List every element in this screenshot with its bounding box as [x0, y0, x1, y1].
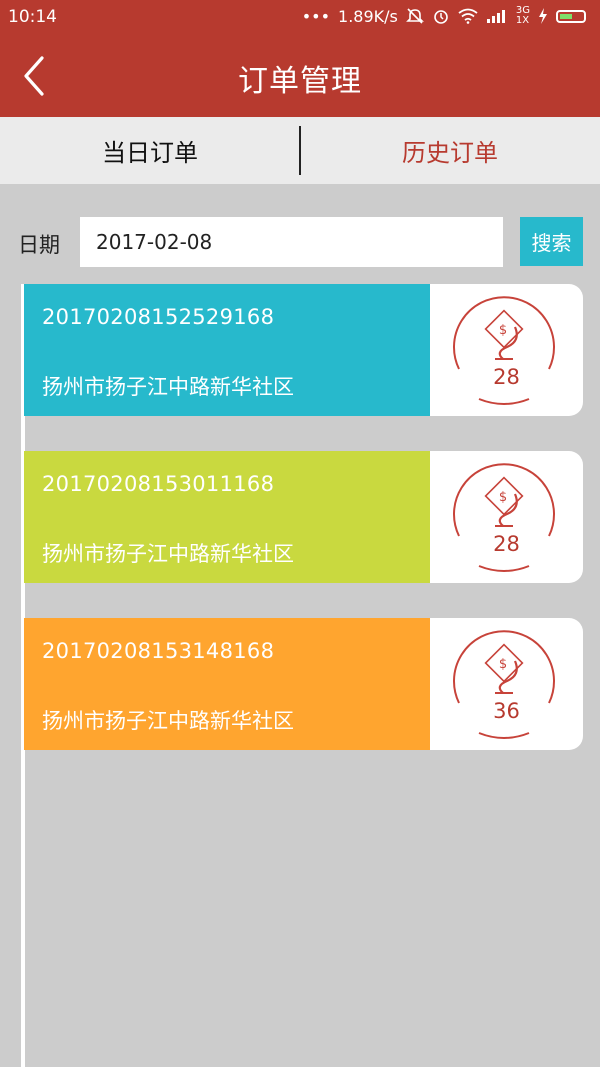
order-card[interactable]: 20170208152529168 扬州市扬子江中路新华社区 $ 28 [24, 284, 583, 416]
signal-icon [486, 10, 505, 23]
order-tabs: 当日订单 历史订单 [0, 117, 600, 184]
tab-history-orders[interactable]: 历史订单 [300, 117, 600, 184]
network-type: 3G 1X [516, 6, 530, 26]
order-address: 扬州市扬子江中路新华社区 [42, 375, 294, 399]
page-title: 订单管理 [238, 64, 362, 99]
order-info: 20170208152529168 扬州市扬子江中路新华社区 [24, 284, 430, 416]
order-id: 20170208153148168 [42, 639, 275, 663]
order-address: 扬州市扬子江中路新华社区 [42, 542, 294, 566]
charging-icon [539, 8, 547, 24]
status-time: 10:14 [8, 7, 57, 27]
order-count: 28 [493, 365, 520, 389]
alarm-icon [434, 10, 448, 24]
order-id: 20170208152529168 [42, 305, 275, 329]
search-button[interactable]: 搜索 [520, 217, 583, 266]
order-count: 28 [493, 532, 520, 556]
order-badge: $ 28 [430, 284, 583, 416]
order-badge-icon: $ [453, 463, 555, 572]
status-bar: 10:14 ••• 1.89K/s 3G 1X [0, 0, 600, 34]
network-speed: 1.89K/s [338, 6, 398, 26]
mute-icon [405, 8, 424, 24]
order-badge: $ 36 [430, 618, 583, 750]
order-badge: $ 28 [430, 451, 583, 583]
svg-text:$: $ [499, 657, 507, 672]
battery-icon [556, 9, 586, 23]
order-badge-icon: $ [453, 630, 555, 739]
app-header: 订单管理 [0, 34, 600, 117]
date-input[interactable] [80, 217, 503, 267]
tab-today-orders[interactable]: 当日订单 [0, 117, 300, 184]
order-id: 20170208153011168 [42, 472, 275, 496]
order-address: 扬州市扬子江中路新华社区 [42, 709, 294, 733]
tab-divider [299, 126, 301, 175]
order-list: 20170208152529168 扬州市扬子江中路新华社区 $ 28 2017… [24, 284, 583, 785]
order-count: 36 [493, 699, 520, 723]
network-1x: 1X [515, 15, 530, 26]
order-badge-icon: $ [453, 296, 555, 405]
svg-text:$: $ [499, 323, 507, 338]
order-card[interactable]: 20170208153011168 扬州市扬子江中路新华社区 $ 28 [24, 451, 583, 583]
status-icons: ••• 1.89K/s 3G 1X [302, 6, 586, 26]
svg-text:$: $ [499, 490, 507, 505]
date-label: 日期 [18, 233, 60, 257]
wifi-icon [458, 8, 478, 24]
status-dots: ••• [301, 6, 331, 26]
order-info: 20170208153011168 扬州市扬子江中路新华社区 [24, 451, 430, 583]
order-info: 20170208153148168 扬州市扬子江中路新华社区 [24, 618, 430, 750]
order-card[interactable]: 20170208153148168 扬州市扬子江中路新华社区 $ 36 [24, 618, 583, 750]
